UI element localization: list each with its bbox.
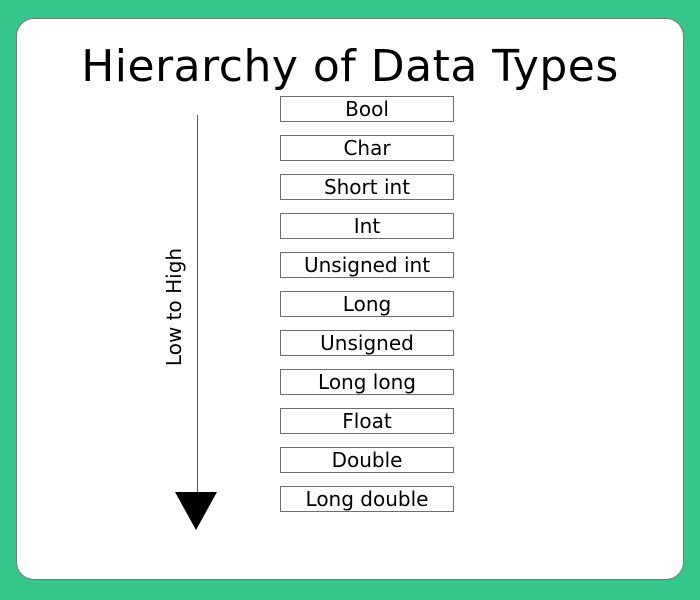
arrow-down-icon [175, 492, 217, 530]
type-box: Short int [280, 174, 454, 200]
type-box: Char [280, 135, 454, 161]
type-box: Long double [280, 486, 454, 512]
type-box: Double [280, 447, 454, 473]
axis-label: Low to High [162, 247, 186, 367]
type-box: Unsigned [280, 330, 454, 356]
type-box: Long [280, 291, 454, 317]
type-box: Int [280, 213, 454, 239]
type-box: Bool [280, 96, 454, 122]
type-box: Long long [280, 369, 454, 395]
type-box: Float [280, 408, 454, 434]
diagram-card: Hierarchy of Data Types Low to High Bool… [16, 18, 684, 580]
arrow-shaft [197, 115, 198, 497]
type-box: Unsigned int [280, 252, 454, 278]
diagram-title: Hierarchy of Data Types [81, 41, 619, 92]
